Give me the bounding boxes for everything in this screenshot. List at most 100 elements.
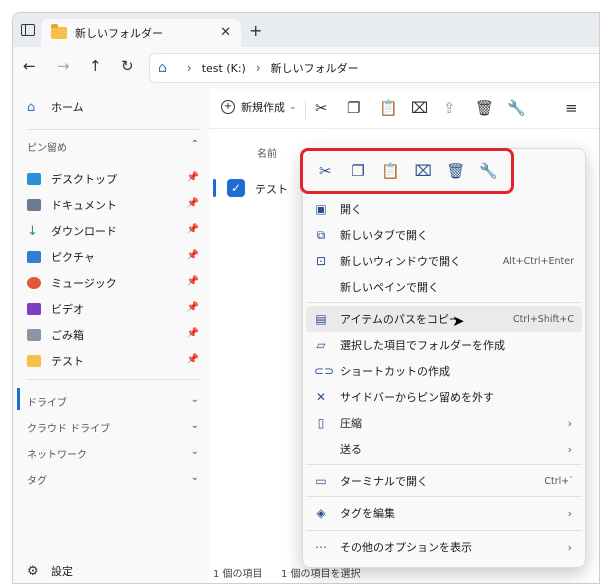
rename-icon[interactable]: ⌧ [411, 99, 428, 117]
sidebar-item-videos[interactable]: ビデオ 📌 [27, 299, 199, 319]
tab-current[interactable]: 新しいフォルダー ✕ [41, 19, 241, 47]
sidebar-item-downloads[interactable]: ↓ ダウンロード 📌 [27, 221, 199, 241]
menu-separator [306, 464, 582, 465]
menu-shortcut: Ctrl+Shift+C [512, 313, 574, 325]
paste-icon[interactable]: 📋 [379, 99, 398, 117]
menu-item-edit-tags[interactable]: ◈ タグを編集 › [306, 500, 582, 526]
settings-label: 設定 [51, 565, 73, 578]
menu-item-copy-path[interactable]: ▤ アイテムのパスをコピー Ctrl+Shift+C [306, 306, 582, 332]
sidebar-item-desktop[interactable]: デスクトップ 📌 [27, 169, 199, 189]
close-tab-icon[interactable]: ✕ [220, 25, 231, 40]
file-name[interactable]: テスト [255, 181, 288, 197]
section-cloud-drives[interactable]: クラウド ドライブ ⌄ [27, 420, 199, 435]
sidebar-item-documents[interactable]: ドキュメント 📌 [27, 195, 199, 215]
menu-item-open-new-tab[interactable]: ⧉ 新しいタブで開く [306, 222, 582, 248]
properties-icon[interactable]: 🔧 [476, 162, 502, 180]
sidebar-item-pictures[interactable]: ピクチャ 📌 [27, 247, 199, 267]
delete-icon[interactable]: 🗑 [475, 99, 494, 117]
menu-item-label: 開く [340, 203, 362, 216]
menu-item-create-folder-with-selection[interactable]: ▱ 選択した項目でフォルダーを作成 [306, 332, 582, 358]
properties-icon[interactable]: 🔧 [507, 99, 526, 117]
menu-item-compress[interactable]: ▯ 圧縮 › [306, 410, 582, 436]
chevron-down-icon[interactable]: ⌄ [191, 420, 199, 431]
sidebar-item-label: ドキュメント [51, 199, 117, 212]
breadcrumb-drive[interactable]: test (K:) [202, 62, 246, 75]
menu-item-open[interactable]: ▣ 開く [306, 196, 582, 222]
section-network[interactable]: ネットワーク ⌄ [27, 446, 199, 461]
chevron-down-icon[interactable]: ⌄ [191, 446, 199, 457]
section-label: ドライブ [27, 398, 67, 409]
pin-icon[interactable]: 📌 [187, 250, 199, 261]
add-tab-button[interactable]: + [249, 21, 262, 40]
tab-title: 新しいフォルダー [75, 27, 163, 40]
section-pinned[interactable]: ピン留め ⌃ [27, 139, 199, 154]
cut-icon[interactable]: ✂ [312, 162, 338, 180]
context-quick-actions: ✂ ❐ 📋 ⌧ 🗑 🔧 [300, 148, 514, 194]
pin-icon[interactable]: 📌 [187, 302, 199, 313]
sidebar-item-label: ごみ箱 [51, 329, 84, 342]
sidebar-item-music[interactable]: ミュージック 📌 [27, 273, 199, 293]
copy-icon[interactable]: ❐ [347, 99, 360, 117]
home-icon[interactable]: ⌂ [158, 60, 167, 76]
refresh-icon[interactable]: ↻ [121, 57, 134, 75]
chevron-right-icon: › [567, 442, 572, 456]
sidebar-item-home[interactable]: ⌂ ホーム [27, 97, 199, 117]
section-tags[interactable]: タグ ⌄ [27, 472, 199, 487]
table-row[interactable]: ✓ テスト [213, 173, 293, 203]
menu-item-label: その他のオプションを表示 [340, 541, 472, 554]
menu-item-open-new-pane[interactable]: 新しいペインで開く [306, 274, 582, 300]
sidebar: ⌂ ホーム ピン留め ⌃ デスクトップ 📌 ドキュメント 📌 ↓ ダウンロード … [13, 89, 209, 583]
rename-icon[interactable]: ⌧ [410, 162, 436, 180]
sidebar-item-test[interactable]: テスト 📌 [27, 351, 199, 371]
chevron-down-icon[interactable]: ⌄ [191, 394, 199, 405]
link-icon: ⊂⊃ [314, 364, 335, 378]
menu-item-send-to[interactable]: 送る › [306, 436, 582, 462]
toolbar: + 新規作成 ⌄ ✂ ❐ 📋 ⌧ ⇪ 🗑 🔧 ≡ 名前 [209, 89, 599, 160]
delete-icon[interactable]: 🗑 [443, 162, 469, 180]
section-drives[interactable]: ドライブ ⌄ [27, 394, 199, 409]
documents-icon [27, 199, 41, 211]
sidebar-item-label: テスト [51, 355, 84, 368]
terminal-icon: ▭ [315, 474, 327, 488]
address-bar[interactable]: ⌂ › test (K:) › 新しいフォルダー [149, 53, 599, 83]
menu-item-more-options[interactable]: ⋯ その他のオプションを表示 › [306, 534, 582, 560]
menu-item-label: 新しいタブで開く [340, 229, 428, 242]
column-name[interactable]: 名前 [257, 145, 277, 160]
menu-item-create-shortcut[interactable]: ⊂⊃ ショートカットの作成 [306, 358, 582, 384]
pin-icon[interactable]: 📌 [187, 354, 199, 365]
sidebar-item-label: ビデオ [51, 303, 84, 316]
pin-icon[interactable]: 📌 [187, 198, 199, 209]
paste-icon[interactable]: 📋 [378, 162, 404, 180]
sidebar-item-recycle-bin[interactable]: ごみ箱 📌 [27, 325, 199, 345]
breadcrumb-folder[interactable]: 新しいフォルダー [271, 60, 359, 76]
chevron-right-icon: › [567, 540, 572, 554]
up-arrow-icon[interactable]: ↑ [89, 57, 102, 75]
recycle-bin-icon [27, 329, 41, 341]
new-item-button[interactable]: + 新規作成 ⌄ [221, 99, 297, 115]
back-arrow-icon[interactable]: ← [23, 57, 36, 75]
gear-icon: ⚙ [27, 563, 39, 579]
cut-icon[interactable]: ✂ [315, 99, 328, 117]
folder-icon [27, 355, 41, 367]
menu-item-unpin-sidebar[interactable]: ✕ サイドバーからピン留めを外す [306, 384, 582, 410]
pin-icon[interactable]: 📌 [187, 172, 199, 183]
chevron-right-icon[interactable]: › [256, 61, 261, 75]
pin-icon[interactable]: 📌 [187, 276, 199, 287]
sort-icon[interactable]: ≡ [565, 99, 578, 117]
menu-item-open-terminal[interactable]: ▭ ターミナルで開く Ctrl+` [306, 468, 582, 494]
settings-button[interactable]: ⚙ 設定 [27, 561, 199, 581]
sidebar-toggle-icon[interactable] [21, 24, 35, 36]
chevron-up-icon[interactable]: ⌃ [191, 139, 199, 150]
new-item-label: 新規作成 [241, 101, 285, 114]
row-checkbox[interactable]: ✓ [227, 179, 245, 197]
chevron-right-icon[interactable]: › [187, 61, 192, 75]
pin-icon[interactable]: 📌 [187, 328, 199, 339]
menu-separator [306, 302, 582, 303]
forward-arrow-icon[interactable]: → [57, 57, 70, 75]
sidebar-item-label: ピクチャ [51, 251, 95, 264]
pin-icon[interactable]: 📌 [187, 224, 199, 235]
share-icon[interactable]: ⇪ [443, 99, 456, 117]
menu-item-open-new-window[interactable]: ⊡ 新しいウィンドウで開く Alt+Ctrl+Enter [306, 248, 582, 274]
chevron-down-icon[interactable]: ⌄ [191, 472, 199, 483]
copy-icon[interactable]: ❐ [345, 162, 371, 180]
